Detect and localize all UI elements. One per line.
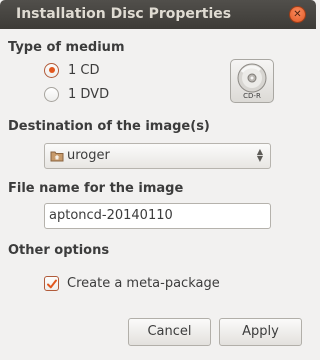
cancel-button[interactable]: Cancel	[128, 318, 211, 346]
destination-combobox[interactable]: uroger ▲ ▼	[44, 143, 271, 169]
radio-1dvd-label: 1 DVD	[68, 86, 110, 102]
medium-heading: Type of medium	[8, 40, 125, 55]
filename-input[interactable]: aptoncd-20140110	[44, 203, 271, 229]
radio-1cd[interactable]: 1 CD	[44, 60, 100, 80]
window-title: Installation Disc Properties	[16, 6, 232, 22]
title-bar: Installation Disc Properties ✕	[0, 0, 316, 29]
properties-dialog: Installation Disc Properties ✕ Type of m…	[0, 0, 316, 360]
destination-heading: Destination of the image(s)	[8, 119, 210, 134]
radio-1cd-label: 1 CD	[68, 62, 100, 78]
radio-1dvd[interactable]: 1 DVD	[44, 84, 109, 104]
destination-value: uroger	[67, 148, 110, 163]
chevron-up-down-icon: ▲ ▼	[256, 147, 263, 163]
other-options-heading: Other options	[8, 243, 110, 258]
checkmark-icon	[47, 279, 57, 288]
radio-button-checked[interactable]	[44, 62, 59, 78]
meta-package-option[interactable]: Create a meta-package	[44, 273, 220, 293]
meta-package-checkbox[interactable]	[44, 275, 59, 291]
apply-button[interactable]: Apply	[219, 318, 302, 346]
home-folder-icon	[50, 149, 64, 167]
close-icon: ✕	[293, 9, 302, 20]
filename-heading: File name for the image	[8, 181, 184, 196]
cd-r-disc-icon: CD-R	[230, 59, 274, 103]
radio-button[interactable]	[44, 86, 59, 102]
cd-r-label: CD-R	[243, 92, 261, 100]
close-button[interactable]: ✕	[289, 6, 306, 23]
meta-package-label: Create a meta-package	[67, 275, 220, 291]
